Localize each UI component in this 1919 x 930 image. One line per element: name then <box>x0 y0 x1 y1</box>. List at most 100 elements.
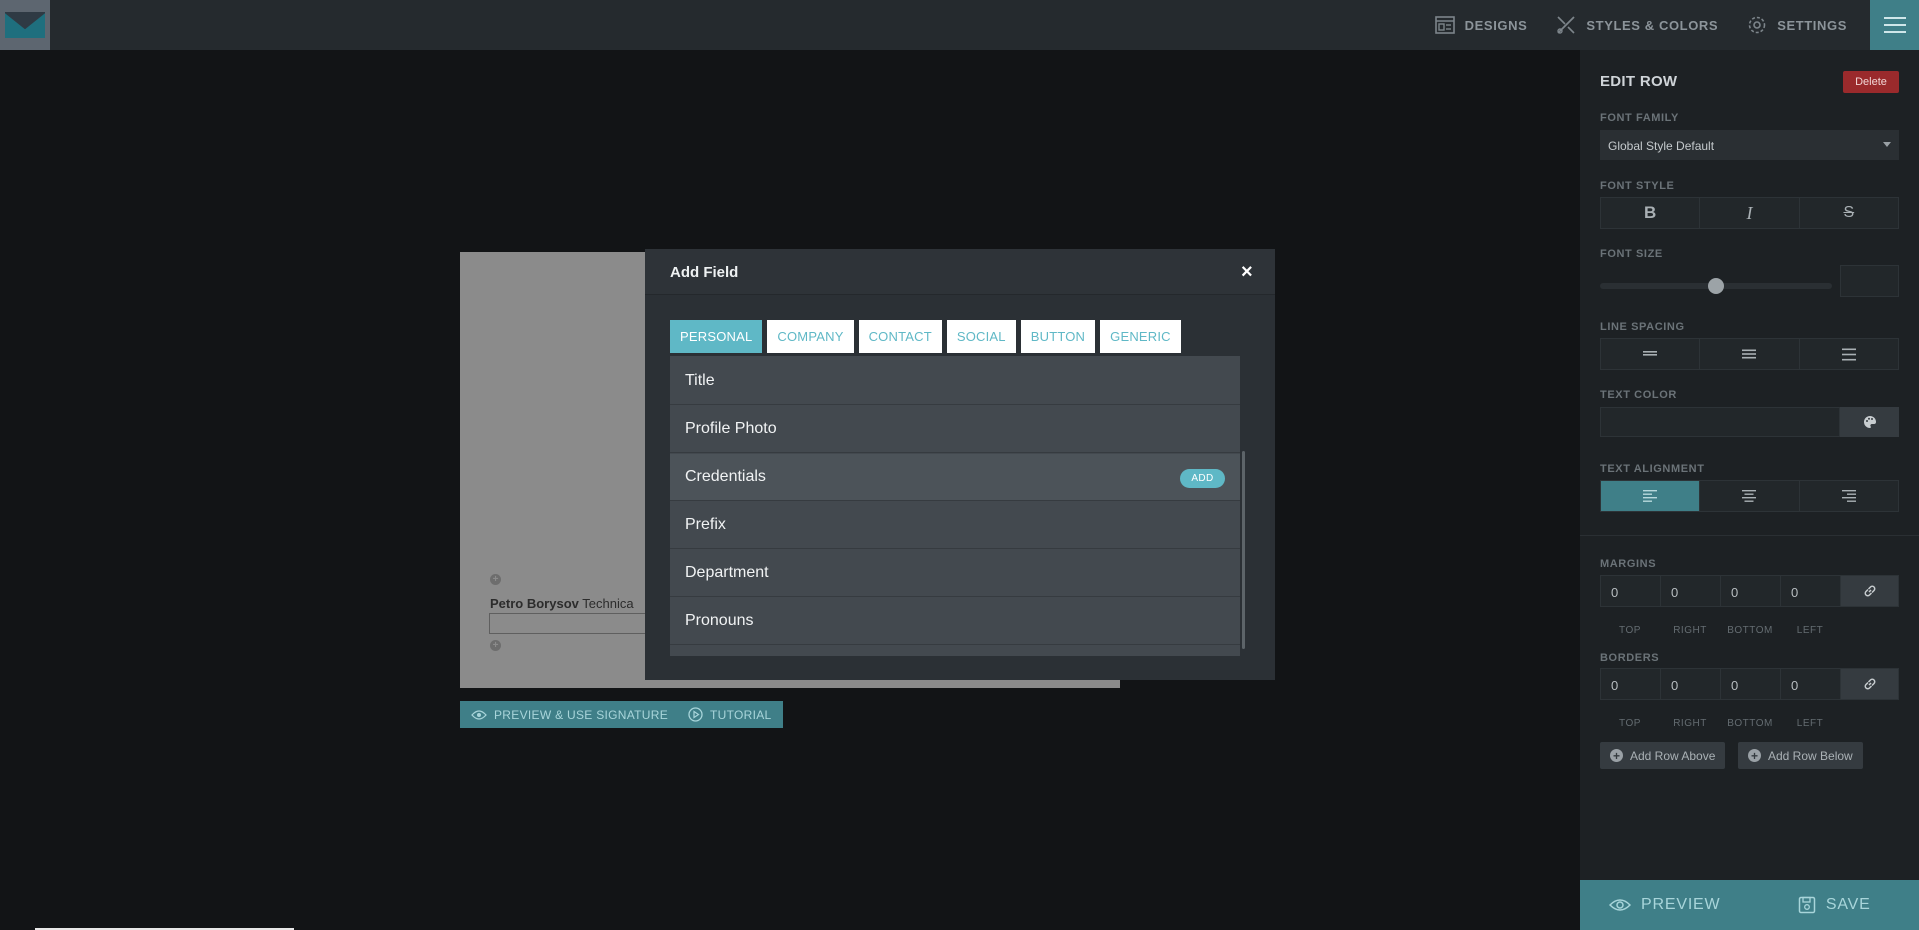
field-list[interactable]: Title Profile Photo Credentials ADD Prefi… <box>670 356 1240 656</box>
add-row-below-button[interactable]: + Add Row Below <box>1738 742 1863 769</box>
border-bottom-label: BOTTOM <box>1727 718 1773 729</box>
tutorial-button[interactable]: TUTORIAL <box>677 701 783 728</box>
align-right-button[interactable] <box>1799 481 1898 511</box>
preview-use-signature-label: PREVIEW & USE SIGNATURE <box>494 707 669 722</box>
border-bottom-input[interactable]: 0 <box>1720 668 1780 700</box>
tab-company[interactable]: COMPANY <box>767 320 854 353</box>
save-button[interactable]: SAVE <box>1750 880 1919 930</box>
list-item[interactable]: Credentials ADD <box>670 454 1240 501</box>
color-picker-button[interactable] <box>1840 407 1899 437</box>
border-right-input[interactable]: 0 <box>1660 668 1720 700</box>
text-color-label: TEXT COLOR <box>1600 389 1677 401</box>
line-spacing-normal-button[interactable] <box>1700 339 1800 369</box>
plus-circle-icon: + <box>1748 749 1761 762</box>
border-top-input[interactable]: 0 <box>1600 668 1660 700</box>
preview-button[interactable]: PREVIEW <box>1580 880 1750 930</box>
signature-name: Petro Borysov <box>490 596 579 611</box>
font-size-slider[interactable] <box>1600 278 1832 294</box>
margin-right-input[interactable]: 0 <box>1660 575 1720 607</box>
add-row-above-button[interactable]: + Add Row Above <box>1600 742 1726 769</box>
margins-inputs: 0 0 0 0 <box>1600 575 1899 607</box>
panel-title: EDIT ROW <box>1600 73 1678 90</box>
align-center-button[interactable] <box>1700 481 1800 511</box>
italic-icon: I <box>1746 202 1753 223</box>
borders-link-button[interactable] <box>1840 668 1899 700</box>
line-spacing-tight-button[interactable] <box>1601 339 1701 369</box>
text-color-input[interactable] <box>1600 407 1840 437</box>
nav-designs[interactable]: DESIGNS <box>1434 14 1528 36</box>
eye-icon <box>471 709 487 720</box>
add-row-below-icon[interactable]: + <box>490 640 501 651</box>
margins-side-labels: TOP RIGHT BOTTOM LEFT <box>1600 625 1840 636</box>
close-icon[interactable]: × <box>1241 262 1253 282</box>
border-left-input[interactable]: 0 <box>1780 668 1840 700</box>
play-circle-icon <box>688 707 703 722</box>
margins-link-button[interactable] <box>1840 575 1899 607</box>
strikethrough-button[interactable]: S <box>1799 198 1898 228</box>
italic-button[interactable]: I <box>1700 198 1800 228</box>
margin-left-input[interactable]: 0 <box>1780 575 1840 607</box>
save-icon <box>1798 896 1816 914</box>
line-spacing-normal-icon <box>1742 349 1757 359</box>
list-item-label: Department <box>685 564 769 581</box>
font-size-label: FONT SIZE <box>1600 248 1663 260</box>
list-item[interactable]: Pronouns <box>670 598 1240 645</box>
tab-button[interactable]: BUTTON <box>1020 320 1096 353</box>
nav-styles-colors[interactable]: STYLES & COLORS <box>1555 14 1718 36</box>
margin-bottom-input[interactable]: 0 <box>1720 575 1780 607</box>
list-item[interactable]: Prefix <box>670 502 1240 549</box>
nav-settings[interactable]: SETTINGS <box>1746 14 1847 36</box>
strikethrough-icon: S <box>1843 204 1855 221</box>
text-alignment-label: TEXT ALIGNMENT <box>1600 463 1705 475</box>
list-item[interactable]: Department <box>670 550 1240 597</box>
tab-social[interactable]: SOCIAL <box>946 320 1016 353</box>
align-center-icon <box>1742 490 1757 502</box>
signature-title-fragment: Technica <box>582 596 634 611</box>
tutorial-label: TUTORIAL <box>710 707 772 722</box>
hamburger-menu-button[interactable] <box>1870 0 1919 50</box>
tab-generic[interactable]: GENERIC <box>1100 320 1181 353</box>
border-right-label: RIGHT <box>1673 718 1707 729</box>
list-item[interactable]: Title <box>670 358 1240 405</box>
field-category-tabs: PERSONAL COMPANY CONTACT SOCIAL BUTTON G… <box>670 320 1181 353</box>
preview-use-signature-button[interactable]: PREVIEW & USE SIGNATURE <box>460 701 680 728</box>
layout-icon <box>1434 16 1455 34</box>
align-left-button[interactable] <box>1601 481 1701 511</box>
add-row-above-icon[interactable]: + <box>490 574 501 585</box>
line-spacing-wide-button[interactable] <box>1799 339 1898 369</box>
font-family-select[interactable]: Global Style Default <box>1600 130 1899 160</box>
margin-left-label: LEFT <box>1796 625 1824 636</box>
add-field-modal: Add Field × PERSONAL COMPANY CONTACT SOC… <box>645 249 1275 680</box>
link-icon <box>1864 585 1875 597</box>
margin-top-input[interactable]: 0 <box>1600 575 1660 607</box>
tab-contact[interactable]: CONTACT <box>858 320 942 353</box>
add-row-above-label: Add Row Above <box>1630 748 1716 763</box>
add-row-below-label: Add Row Below <box>1768 748 1853 763</box>
bold-button[interactable]: B <box>1601 198 1701 228</box>
brush-icon <box>1557 16 1576 34</box>
nav-styles-label: STYLES & COLORS <box>1586 17 1719 33</box>
list-item[interactable]: Profile Photo <box>670 406 1240 453</box>
add-field-button[interactable]: ADD <box>1180 469 1225 488</box>
margin-top-label: TOP <box>1619 625 1641 636</box>
top-nav: DESIGNS STYLES & COLORS SETTINGS <box>1434 0 1847 50</box>
delete-button[interactable]: Delete <box>1843 71 1899 93</box>
line-spacing-label: LINE SPACING <box>1600 321 1685 333</box>
preview-label: PREVIEW <box>1641 896 1721 913</box>
line-spacing-wide-icon <box>1841 348 1856 360</box>
font-size-input[interactable] <box>1840 265 1899 297</box>
modal-header: Add Field × <box>645 249 1275 295</box>
list-item-label: Pronouns <box>685 612 754 629</box>
tab-personal[interactable]: PERSONAL <box>670 320 763 353</box>
borders-inputs: 0 0 0 0 <box>1600 668 1899 700</box>
font-size-slider-handle[interactable] <box>1708 278 1724 294</box>
align-right-icon <box>1841 490 1856 502</box>
text-alignment-group <box>1600 480 1899 512</box>
signature-line[interactable]: Petro Borysov Technica <box>490 596 634 611</box>
field-list-scrollbar[interactable] <box>1242 451 1245 649</box>
link-icon <box>1864 678 1875 690</box>
margin-right-label: RIGHT <box>1673 625 1707 636</box>
panel-footer: PREVIEW SAVE <box>1580 880 1919 930</box>
app-logo[interactable] <box>0 0 50 50</box>
font-family-value: Global Style Default <box>1608 139 1715 153</box>
